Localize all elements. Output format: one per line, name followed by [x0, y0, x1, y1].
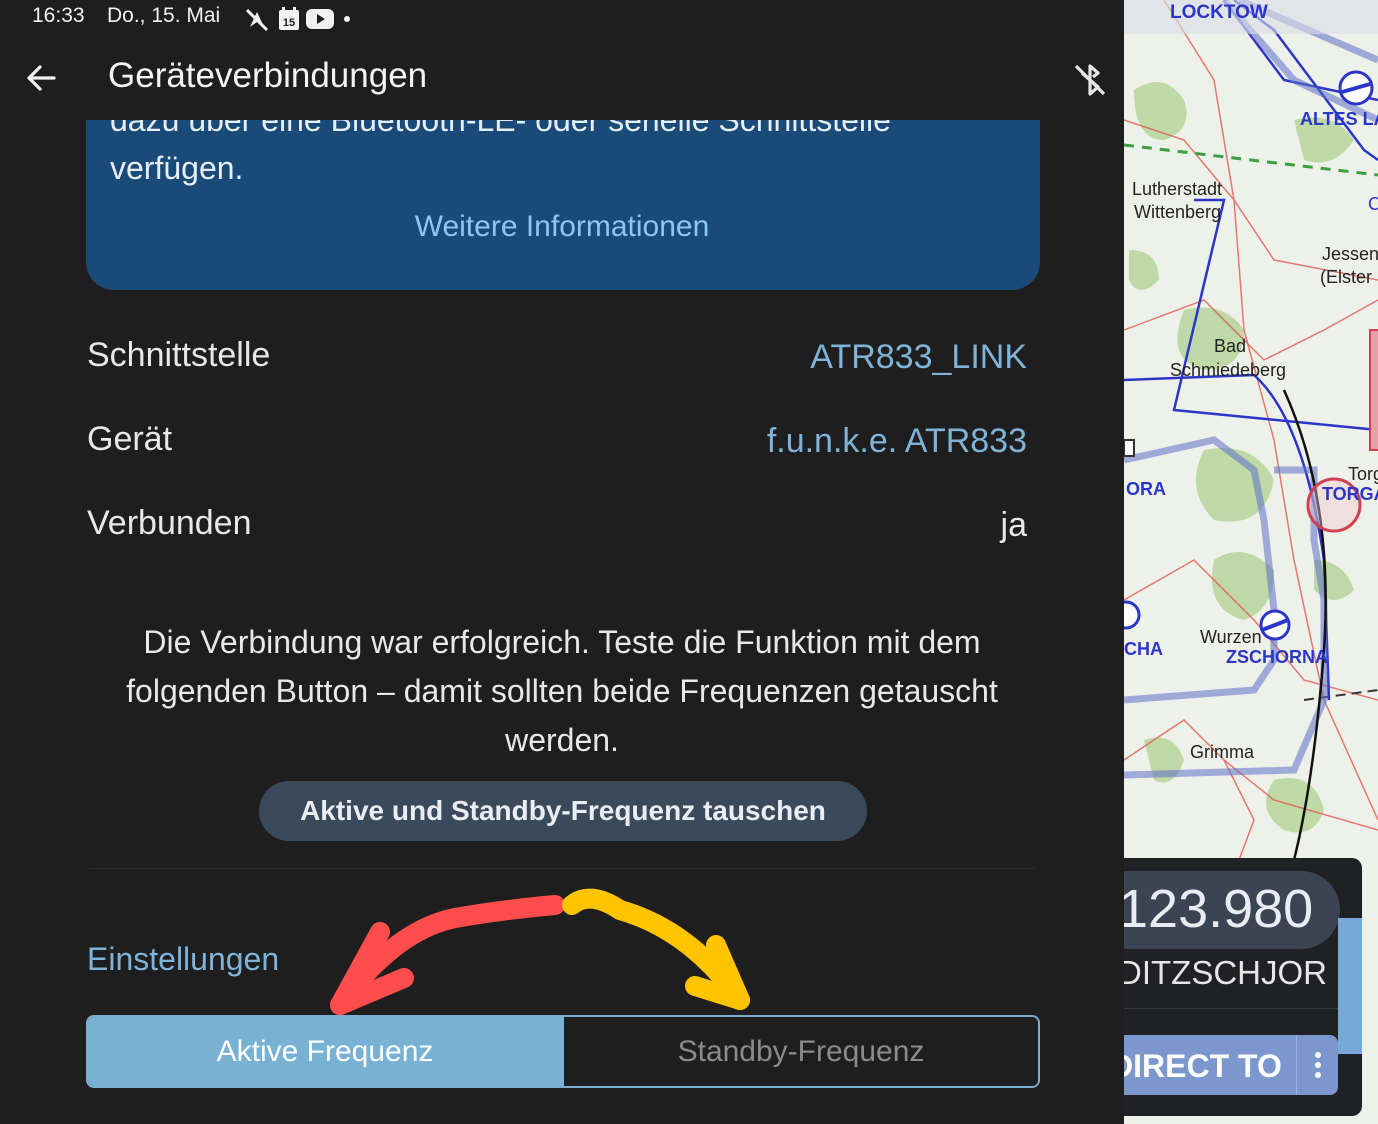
app-bar: Geräteverbindungen [0, 40, 1124, 120]
segment-active-frequency[interactable]: Aktive Frequenz [88, 1017, 562, 1086]
bluetooth-off-icon[interactable] [1070, 60, 1110, 100]
svg-text:C: C [1368, 194, 1378, 214]
svg-text:Grimma: Grimma [1190, 742, 1255, 762]
row-label-interface: Schnittstelle [87, 336, 271, 374]
airport-icon [1338, 70, 1374, 106]
info-card-text: verfügen. [110, 150, 244, 186]
page-title: Geräteverbindungen [108, 56, 428, 95]
calendar-icon: 15 [279, 7, 299, 30]
more-info-link[interactable]: Weitere Informationen [415, 210, 710, 244]
more-info-link-wrap: Weitere Informationen [0, 210, 1124, 244]
svg-text:CHA: CHA [1124, 639, 1163, 659]
airport-icon [1124, 600, 1141, 630]
row-label-device: Gerät [87, 420, 173, 458]
calendar-day: 15 [283, 17, 295, 29]
svg-text:Wurzen: Wurzen [1200, 627, 1262, 647]
swap-frequencies-button[interactable]: Aktive und Standby-Frequenz tauschen [259, 781, 867, 841]
section-divider [90, 868, 1036, 869]
status-date: Do., 15. Mai [107, 4, 221, 27]
row-label-connected: Verbunden [87, 504, 252, 542]
settings-heading: Einstellungen [87, 941, 280, 977]
svg-text:ZSCHORNA: ZSCHORNA [1226, 647, 1328, 667]
svg-text:Torg: Torg [1348, 464, 1378, 484]
row-value-device[interactable]: f.u.n.k.e. ATR833 [767, 422, 1027, 461]
more-vert-icon[interactable] [1296, 1035, 1338, 1095]
connection-success-message: Die Verbindung war erfolgreich. Teste di… [126, 624, 998, 758]
dot-icon [344, 16, 350, 22]
svg-text:Bad: Bad [1214, 336, 1246, 356]
row-value-interface[interactable]: ATR833_LINK [810, 338, 1027, 377]
frequency-value: 123.980 [1124, 879, 1314, 939]
svg-text:Jessen: Jessen [1322, 244, 1378, 264]
youtube-icon [306, 9, 334, 29]
no-location-icon [245, 8, 269, 32]
device-connections-dialog: dazu über eine Bluetooth-LE- oder seriel… [0, 0, 1124, 1124]
yellow-arrow-annotation [562, 888, 750, 1010]
widget-edge [1338, 918, 1362, 1054]
svg-text:TORGA: TORGA [1322, 484, 1378, 504]
red-arrow-annotation [330, 895, 565, 1015]
direct-to-label: DIRECT TO [1124, 1048, 1282, 1084]
svg-text:LOCKTOW: LOCKTOW [1170, 2, 1268, 23]
row-value-connected: ja [1000, 506, 1027, 544]
status-time: 16:33 [32, 4, 85, 27]
svg-text:ALTES LA: ALTES LA [1300, 109, 1378, 129]
widget-divider [1124, 1008, 1362, 1009]
airport-icon [1259, 609, 1291, 641]
svg-text:(Elster: (Elster [1320, 267, 1372, 287]
svg-text:Lutherstadt: Lutherstadt [1132, 179, 1222, 199]
direct-to-button[interactable]: DIRECT TO [1124, 1035, 1338, 1095]
svg-text:Schmiedeberg: Schmiedeberg [1170, 360, 1286, 380]
frequency-segmented-control: Aktive Frequenz Standby-Frequenz [86, 1015, 1040, 1088]
station-name: DITZSCHJOR [1124, 954, 1327, 991]
svg-text:ORA: ORA [1126, 479, 1166, 499]
status-bar: 16:33 Do., 15. Mai 15 [0, 0, 1124, 40]
segment-standby-frequency[interactable]: Standby-Frequenz [562, 1017, 1038, 1086]
frequency-widget[interactable]: 123.980 DITZSCHJOR DIRECT TO [1124, 858, 1362, 1116]
arrow-left-icon[interactable] [22, 58, 62, 98]
svg-text:Wittenberg: Wittenberg [1134, 202, 1221, 222]
